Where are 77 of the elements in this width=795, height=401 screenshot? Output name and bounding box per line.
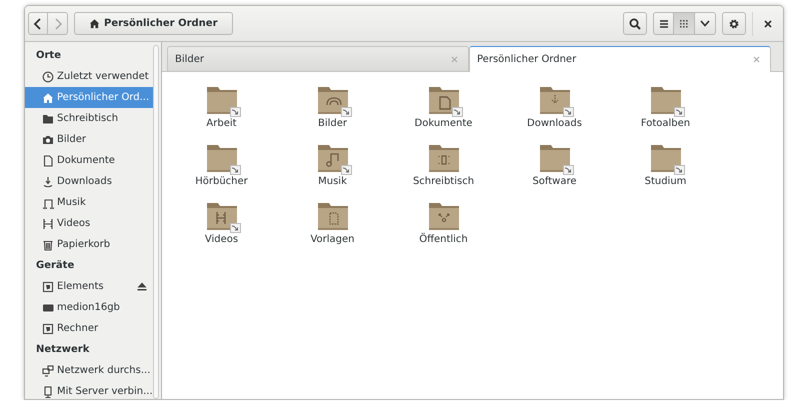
home-icon xyxy=(89,18,100,29)
sidebar-item[interactable]: Schreibtisch xyxy=(25,108,153,129)
section-heading: Geräte xyxy=(35,259,76,273)
folder-icon xyxy=(650,143,682,173)
close-icon xyxy=(764,20,772,28)
folder-item[interactable]: Vorlagen xyxy=(277,198,388,256)
eject-icon xyxy=(136,282,147,291)
folder-item[interactable]: Software xyxy=(499,140,610,198)
sidebar-item[interactable]: Rechner xyxy=(25,318,153,339)
home-icon xyxy=(42,92,54,104)
folder-icon xyxy=(538,85,570,115)
grid-view-button[interactable] xyxy=(674,12,695,35)
folder-item[interactable]: Downloads xyxy=(499,82,610,140)
path-button[interactable]: Persönlicher Ordner xyxy=(74,12,233,35)
tab[interactable]: Persönlicher Ordner xyxy=(469,46,771,72)
back-button[interactable] xyxy=(28,12,48,35)
sidebar-item[interactable]: Elements xyxy=(25,276,153,297)
search-button[interactable] xyxy=(623,12,647,35)
sidebar-item[interactable]: Bilder xyxy=(25,129,153,150)
folder-icon xyxy=(428,85,460,115)
network-icon xyxy=(42,364,54,376)
sidebar-item[interactable]: Musik xyxy=(25,192,153,213)
sidebar-item[interactable]: medion16gb xyxy=(25,297,153,318)
folder-item[interactable]: Videos xyxy=(166,198,277,256)
folder-icon xyxy=(42,112,54,124)
folder-icon xyxy=(428,143,460,173)
folder-item[interactable]: Arbeit xyxy=(166,82,277,140)
document-icon xyxy=(42,154,54,166)
folder-icon xyxy=(316,85,348,115)
grid-icon xyxy=(679,18,689,28)
folder-item[interactable]: Fotoalben xyxy=(610,82,721,140)
folder-item[interactable]: Studium xyxy=(610,140,721,198)
close-icon xyxy=(753,56,760,63)
sidebar-item[interactable]: Papierkorb xyxy=(25,234,153,255)
folder-icon xyxy=(206,85,238,115)
folder-icon xyxy=(428,201,460,231)
eject-button[interactable] xyxy=(136,282,147,291)
server-icon xyxy=(42,386,54,398)
folder-item[interactable]: Musik xyxy=(277,140,388,198)
sidebar-item[interactable]: Dokumente xyxy=(25,150,153,171)
gear-icon xyxy=(728,18,740,30)
folder-icon xyxy=(316,201,348,231)
download-icon xyxy=(42,176,54,188)
tab[interactable]: Bilder xyxy=(167,46,469,71)
clock-icon xyxy=(42,70,54,82)
folder-icon xyxy=(316,143,348,173)
section-heading: Orte xyxy=(35,49,62,63)
list-view-button[interactable] xyxy=(653,12,674,35)
chevron-down-icon xyxy=(700,20,710,27)
camera-icon xyxy=(42,134,54,146)
search-icon xyxy=(629,18,641,30)
folder-item[interactable]: Schreibtisch xyxy=(388,140,499,198)
trash-icon xyxy=(42,238,54,250)
close-icon xyxy=(451,56,458,62)
sidebar-item[interactable]: Zuletzt verwendet xyxy=(25,66,153,87)
section-heading: Netzwerk xyxy=(35,343,90,357)
folder-icon xyxy=(206,143,238,173)
chevron-left-icon xyxy=(33,18,43,30)
scrollbar[interactable] xyxy=(152,45,159,399)
view-options-button[interactable] xyxy=(695,12,716,35)
folder-icon xyxy=(650,85,682,115)
folder-item[interactable]: Dokumente xyxy=(388,82,499,140)
sidebar-item[interactable]: Netzwerk durchs... xyxy=(25,360,153,381)
folder-icon xyxy=(538,143,570,173)
folder-item[interactable]: Hörbücher xyxy=(166,140,277,198)
chevron-right-icon xyxy=(52,18,62,30)
sidebar-item[interactable]: Mit Server verbin... xyxy=(25,381,153,399)
drive-icon xyxy=(42,322,54,334)
folder-item[interactable]: Öffentlich xyxy=(388,198,499,256)
sidebar-item[interactable]: Videos xyxy=(25,213,153,234)
sidebar-item[interactable]: Downloads xyxy=(25,171,153,192)
settings-button[interactable] xyxy=(722,12,746,35)
folder-item[interactable]: Bilder xyxy=(277,82,388,140)
folder-icon xyxy=(206,201,238,231)
list-icon xyxy=(658,18,668,28)
film-strip-icon xyxy=(42,218,54,230)
drive-icon xyxy=(42,280,54,292)
